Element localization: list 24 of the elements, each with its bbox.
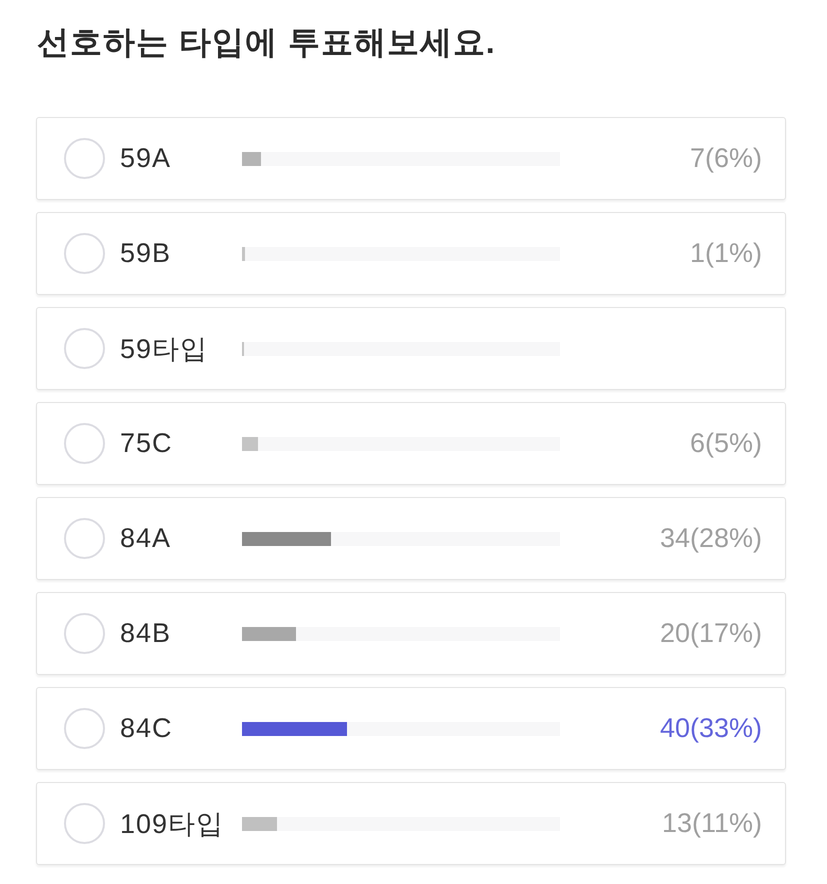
radio-button[interactable] [64, 138, 105, 179]
option-label: 84A [120, 523, 172, 554]
vote-count: 40(33%) [660, 713, 762, 744]
radio-button[interactable] [64, 803, 105, 844]
poll-title: 선호하는 타입에 투표해보세요. [37, 23, 497, 62]
option-label: 59타입 [120, 332, 210, 366]
option-label: 84B [120, 618, 172, 649]
vote-count: 20(17%) [660, 618, 762, 649]
radio-button[interactable] [64, 613, 105, 654]
option-label: 59B [120, 238, 172, 269]
radio-button[interactable] [64, 233, 105, 274]
vote-count: 6(5%) [690, 428, 762, 459]
vote-count: 7(6%) [690, 143, 762, 174]
option-label: 109타입 [120, 808, 226, 840]
radio-button[interactable] [64, 518, 105, 559]
option-label: 59A [120, 143, 172, 174]
radio-button[interactable] [64, 328, 105, 369]
vote-count: 34(28%) [660, 523, 762, 554]
option-label: 75C [120, 428, 174, 459]
vote-count: 1(1%) [690, 238, 762, 269]
radio-button[interactable] [64, 708, 105, 749]
option-label: 84C [120, 713, 174, 744]
vote-count: 13(11%) [662, 808, 762, 839]
radio-button[interactable] [64, 423, 105, 464]
